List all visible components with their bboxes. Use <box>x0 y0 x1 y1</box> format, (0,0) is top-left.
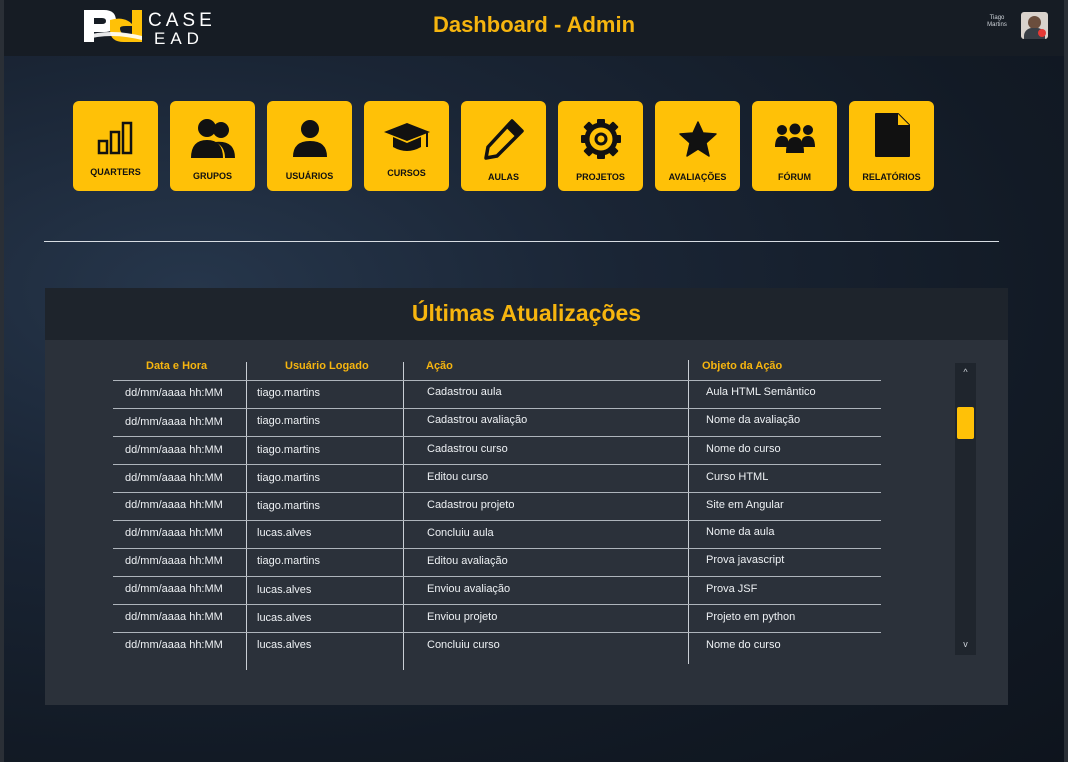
updates-panel: Últimas Atualizações Data e Hora Usuário… <box>45 288 1008 705</box>
table-row[interactable]: dd/mm/aaaa hh:MM tiago.martins Cadastrou… <box>113 408 881 456</box>
graduation-cap-icon <box>383 123 430 151</box>
scrollbar[interactable]: ^ v <box>955 363 976 655</box>
table-row[interactable]: dd/mm/aaaa hh:MM tiago.martins Cadastrou… <box>113 352 881 399</box>
tile-avaliacoes[interactable]: AVALIAÇÕES <box>655 101 740 191</box>
gear-icon <box>580 119 621 159</box>
avatar[interactable] <box>1021 12 1048 39</box>
section-divider <box>44 241 999 242</box>
table-row[interactable]: dd/mm/aaaa hh:MM lucas.alves Concluiu cu… <box>113 604 881 651</box>
tile-aulas[interactable]: AULAS <box>461 101 546 191</box>
tile-label: USUÁRIOS <box>285 171 334 181</box>
tile-label: CURSOS <box>387 168 426 178</box>
tile-usuarios[interactable]: USUÁRIOS <box>267 101 352 191</box>
star-icon <box>678 121 717 157</box>
bar-chart-icon <box>97 121 132 155</box>
table-row[interactable]: dd/mm/aaaa hh:MM tiago.martins Cadastrou… <box>113 380 881 428</box>
people-group-icon <box>774 123 815 153</box>
updates-title: Últimas Atualizações <box>411 300 642 326</box>
table-row[interactable]: dd/mm/aaaa hh:MM tiago.martins Editou av… <box>113 520 881 567</box>
tile-quarters[interactable]: QUARTERS <box>73 101 158 191</box>
tile-grupos[interactable]: GRUPOS <box>170 101 255 191</box>
table-row[interactable]: dd/mm/aaaa hh:MM lucas.alves Enviou proj… <box>113 576 881 624</box>
scroll-down-icon[interactable]: v <box>955 639 976 649</box>
user-last-name: Martins <box>987 22 1007 28</box>
tile-label: PROJETOS <box>576 172 625 182</box>
tile-label: RELATÓRIOS <box>862 172 921 182</box>
user-icon <box>292 120 327 157</box>
tile-relatorios[interactable]: RELATÓRIOS <box>849 101 934 191</box>
tile-label: AVALIAÇÕES <box>668 172 727 182</box>
user-first-name: Tiago <box>989 15 1005 21</box>
users-icon <box>190 119 235 158</box>
tile-forum[interactable]: FÓRUM <box>752 101 837 191</box>
file-icon <box>874 113 910 157</box>
tile-cursos[interactable]: CURSOS <box>364 101 449 191</box>
cell-action: Concluiu curso <box>427 639 500 651</box>
table-row[interactable]: dd/mm/aaaa hh:MM tiago.martins Editou cu… <box>113 436 881 484</box>
window-frame-right <box>1064 0 1068 762</box>
table-row[interactable]: dd/mm/aaaa hh:MM tiago.martins Cadastrou… <box>113 464 881 512</box>
status-dot-icon <box>1038 29 1046 37</box>
tile-label: GRUPOS <box>192 171 232 181</box>
table-row[interactable]: dd/mm/aaaa hh:MM lucas.alves Enviou aval… <box>113 548 881 596</box>
tile-label: FÓRUM <box>778 172 811 182</box>
tile-label: AULAS <box>488 172 519 182</box>
table-row[interactable]: dd/mm/aaaa hh:MM lucas.alves Concluiu au… <box>113 492 881 539</box>
page-title: Dashboard - Admin <box>432 12 636 37</box>
pencil-icon <box>483 119 524 160</box>
cell-user: lucas.alves <box>257 639 312 651</box>
scroll-up-icon[interactable]: ^ <box>955 367 976 377</box>
tile-label: QUARTERS <box>90 167 141 177</box>
tile-projetos[interactable]: PROJETOS <box>558 101 643 191</box>
cell-datetime: dd/mm/aaaa hh:MM <box>125 639 223 651</box>
user-name: Tiago Martins <box>978 15 1016 29</box>
scrollbar-thumb[interactable] <box>957 407 974 439</box>
cell-object: Nome do curso <box>706 639 781 651</box>
window-frame-left <box>0 0 4 762</box>
